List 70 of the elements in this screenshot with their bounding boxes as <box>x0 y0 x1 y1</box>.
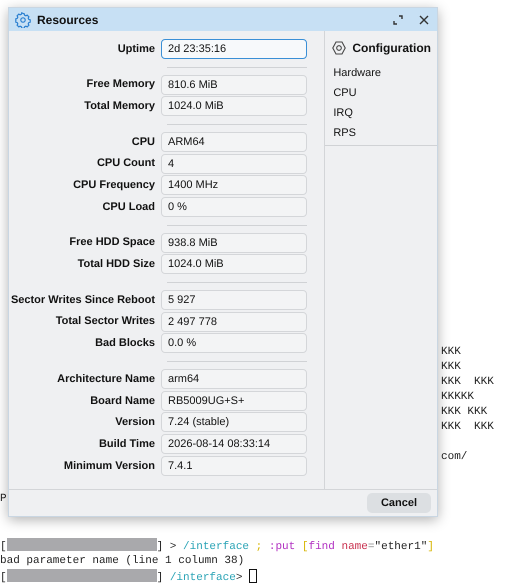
value-field[interactable]: 0 % <box>161 196 307 217</box>
field-label: Free Memory <box>86 77 156 92</box>
sidebar-item[interactable]: IRQ <box>325 103 437 123</box>
sidebar-title: Configuration <box>352 40 431 57</box>
terminal-text: KKK <box>441 361 461 373</box>
field-label: Board Name <box>89 394 156 409</box>
value-field[interactable]: 1024.0 MiB <box>161 96 307 116</box>
value-field[interactable]: 938.8 MiB <box>161 232 307 253</box>
value-field[interactable]: 2 497 778 <box>161 312 307 332</box>
value-field[interactable]: 5 927 <box>161 290 307 310</box>
terminal-text: [ <box>0 572 7 584</box>
field-label: Architecture Name <box>56 372 156 387</box>
terminal-text: find <box>308 541 336 553</box>
terminal-text: name <box>341 541 368 553</box>
value-field[interactable]: 1024.0 MiB <box>161 254 307 274</box>
value-field[interactable]: 7.24 (stable) <box>161 412 307 432</box>
terminal-text: = <box>368 541 374 553</box>
field-label: CPU <box>130 134 156 150</box>
field-label: CPU Load <box>101 200 156 215</box>
field-label: CPU Count <box>96 156 156 172</box>
value-field[interactable]: RB5009UG+S+ <box>161 390 307 411</box>
value-field[interactable]: ARM64 <box>161 132 307 152</box>
cancel-button[interactable]: Cancel <box>367 493 431 513</box>
value-field[interactable]: 2026-08-14 08:33:14 <box>161 434 307 454</box>
value-field[interactable]: 810.6 MiB <box>161 74 307 95</box>
field-label: Minimum Version <box>62 458 156 474</box>
terminal-text: ] <box>156 572 164 584</box>
field-label: Total Sector Writes <box>54 314 156 330</box>
terminal-text: ; <box>254 541 264 553</box>
terminal-text: "ether1" <box>374 541 428 553</box>
restore-icon[interactable] <box>393 14 403 24</box>
terminal-text: [ <box>0 541 7 553</box>
field-label: Bad Blocks <box>94 336 156 352</box>
terminal-text: /interface <box>170 572 236 584</box>
hexagon-icon <box>332 41 346 55</box>
value-field[interactable]: 2d 23:35:16 <box>161 38 307 59</box>
terminal-text: :put <box>268 541 296 553</box>
terminal-text: KKK KKK <box>441 406 488 418</box>
terminal-text: > <box>236 572 244 584</box>
value-field[interactable]: 0.0 % <box>161 333 307 354</box>
field-label: Total Memory <box>83 98 156 114</box>
terminal-text: /interface <box>183 541 250 553</box>
text-cursor <box>249 569 258 583</box>
field-label: Free HDD Space <box>68 235 156 250</box>
field-label: CPU Frequency <box>72 178 156 194</box>
field-label: Uptime <box>116 42 156 57</box>
value-field[interactable]: 1400 MHz <box>161 175 307 196</box>
value-field[interactable]: 4 <box>161 154 307 174</box>
sidebar-item[interactable]: RPS <box>325 123 437 143</box>
terminal-text: KKK <box>441 346 461 358</box>
terminal-text: KKKKK <box>441 391 474 403</box>
field-label: Version <box>114 415 156 430</box>
terminal-text: bad parameter name (line 1 column 38) <box>0 554 244 566</box>
field-label: Build Time <box>98 436 156 452</box>
sidebar-item[interactable]: CPU <box>325 83 437 103</box>
terminal-text: ] <box>427 541 434 553</box>
terminal-text: P <box>0 493 7 505</box>
window-title: Resources <box>37 12 98 28</box>
close-icon[interactable] <box>419 14 429 24</box>
terminal-text: ] > <box>156 541 178 553</box>
field-label: Sector Writes Since Reboot <box>10 292 156 308</box>
terminal-text: [ <box>302 541 308 553</box>
sidebar-item[interactable]: Hardware <box>325 63 437 83</box>
terminal-text: KKK KKK <box>441 376 494 388</box>
value-field[interactable]: arm64 <box>161 369 307 390</box>
field-label: Total HDD Size <box>76 257 156 272</box>
terminal-text: KKK KKK <box>441 421 494 433</box>
terminal-text: com/ <box>441 451 468 463</box>
gear-icon <box>15 12 31 28</box>
value-field[interactable]: 7.4.1 <box>161 456 307 476</box>
